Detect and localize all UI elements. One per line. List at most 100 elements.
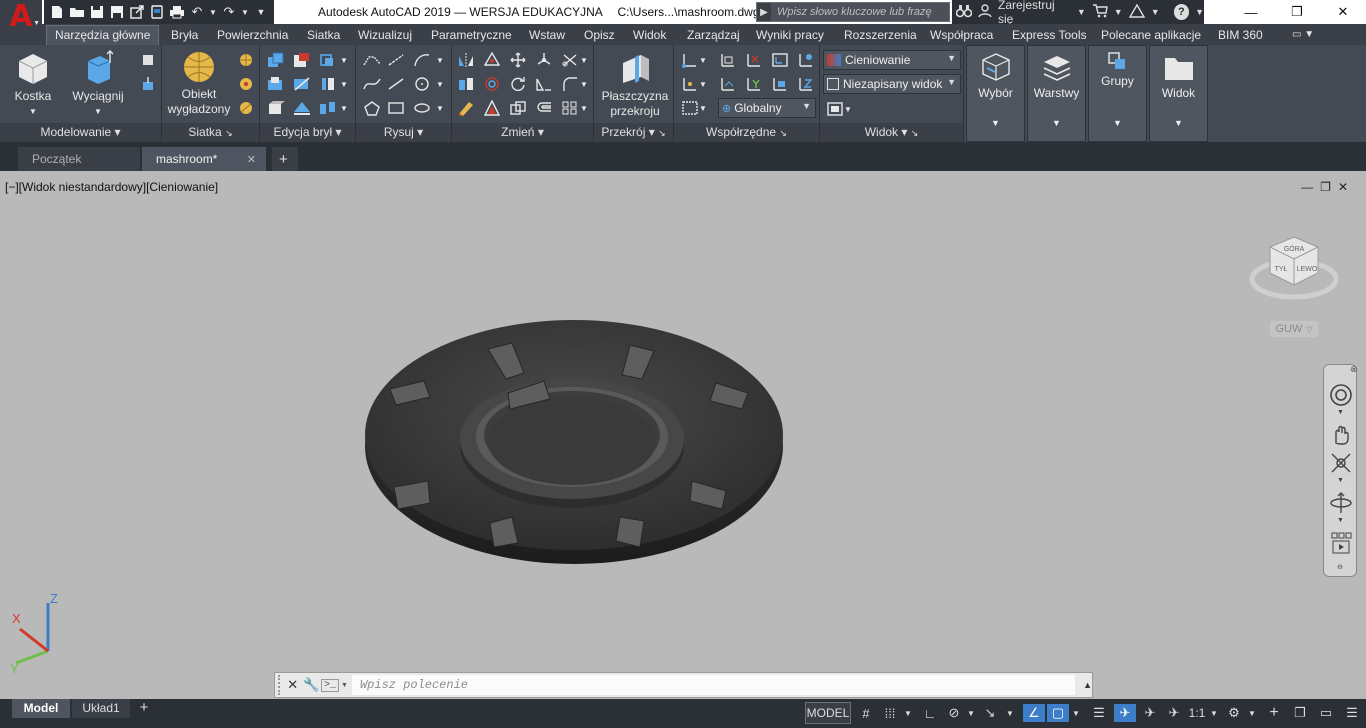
mushroom-3d-model[interactable]	[360, 311, 790, 571]
arc-icon[interactable]	[412, 51, 432, 69]
search-expand-arrow-icon[interactable]: ▶	[757, 3, 771, 21]
chevron-down-icon[interactable]: ▼	[1114, 7, 1123, 17]
tab-widok[interactable]: Widok	[633, 26, 666, 45]
chevron-down-icon[interactable]: ⊖	[1337, 563, 1343, 571]
chevron-down-icon[interactable]: ▼	[698, 51, 708, 69]
cart-icon[interactable]	[1092, 3, 1108, 21]
grid-icon[interactable]: #	[857, 704, 875, 722]
tab-wstaw[interactable]: Wstaw	[529, 26, 565, 45]
chevron-down-icon[interactable]: ▼	[208, 3, 218, 21]
new-layout-button[interactable]: +	[134, 699, 154, 718]
annotation-scale-icon[interactable]: ✈	[1164, 704, 1184, 722]
tab-parametryczne[interactable]: Parametryczne	[431, 26, 512, 45]
ucs-object-icon[interactable]	[796, 51, 816, 69]
ucs-x-icon[interactable]	[744, 51, 764, 69]
smooth-object-button[interactable]: Obiekt wygładzony	[166, 49, 232, 117]
open-folder-icon[interactable]	[68, 3, 86, 21]
wcs-menu[interactable]: GUW ▽	[1270, 321, 1318, 337]
viewport-config-icon[interactable]	[825, 100, 845, 118]
chevron-down-icon[interactable]: ▼	[338, 99, 350, 117]
pan-hand-icon[interactable]	[1329, 423, 1353, 447]
isolate-objects-icon[interactable]: ❐	[1290, 704, 1310, 722]
viewcube-top-face[interactable]: GÓRA	[1284, 244, 1305, 253]
panel-title-rysuj[interactable]: Rysuj ▾	[356, 123, 451, 142]
smooth-less-icon[interactable]	[236, 75, 256, 93]
chevron-down-icon[interactable]: ▼	[1337, 517, 1344, 524]
rotate-icon[interactable]	[508, 75, 528, 93]
extrude-button[interactable]: Wyciągnij ▼	[68, 49, 128, 119]
viewcube[interactable]: GÓRA TYŁ LEWO	[1248, 227, 1340, 307]
steering-wheel-icon[interactable]	[1329, 383, 1353, 407]
command-history-icon[interactable]: ▲	[1083, 680, 1092, 690]
slice-icon[interactable]	[292, 75, 312, 93]
panel-title-edycja-bryl[interactable]: Edycja brył ▾	[260, 123, 355, 142]
chevron-down-icon[interactable]: ▼	[843, 100, 853, 118]
web-mobile-icon[interactable]	[148, 3, 166, 21]
panel-title-wspolrzedne[interactable]: Współrzędne ↘	[674, 123, 819, 142]
copy-icon[interactable]	[508, 99, 528, 117]
circle-icon[interactable]	[412, 75, 432, 93]
ucs-y-icon[interactable]	[744, 75, 764, 93]
autodesk-a360-icon[interactable]	[1128, 3, 1145, 21]
viewcube-right-face[interactable]: LEWO	[1297, 266, 1318, 273]
customize-menu-icon[interactable]: ☰	[1342, 704, 1362, 722]
groups-button[interactable]: Grupy ▼	[1088, 45, 1147, 142]
3d-rotate-icon[interactable]	[482, 75, 502, 93]
tab-polecane-aplikacje[interactable]: Polecane aplikacje	[1101, 26, 1201, 45]
move-icon[interactable]	[508, 51, 528, 69]
tab-wizualizuj[interactable]: Wizualizuj	[358, 26, 412, 45]
chevron-down-icon[interactable]: ▼	[434, 75, 446, 93]
chevron-down-icon[interactable]: ▼	[434, 99, 446, 117]
ucs-icon[interactable]	[680, 51, 700, 69]
object-snap-icon[interactable]: ▢	[1047, 704, 1069, 722]
thicken-icon[interactable]	[318, 75, 338, 93]
align-icon[interactable]	[456, 75, 476, 93]
search-input[interactable]	[771, 5, 941, 19]
wrench-icon[interactable]: 🔧	[301, 677, 321, 693]
new-tab-button[interactable]: +	[272, 147, 298, 171]
save-as-icon[interactable]	[108, 3, 126, 21]
ucs-named-icon[interactable]	[680, 99, 700, 117]
ucs-dropdown[interactable]: ⊕ Globalny ▼	[718, 98, 816, 118]
gizmo-icon[interactable]	[534, 51, 554, 69]
close-icon[interactable]: ✕	[284, 677, 302, 693]
command-prompt-icon[interactable]: >_	[321, 678, 340, 692]
union-icon[interactable]	[266, 51, 286, 69]
panel-title-zmien[interactable]: Zmień ▾	[452, 123, 593, 142]
plot-printer-icon[interactable]	[168, 3, 186, 21]
tab-siatka[interactable]: Siatka	[307, 26, 340, 45]
erase-icon[interactable]	[456, 99, 476, 117]
box-button[interactable]: Kostka ▼	[10, 49, 56, 119]
ucs-origin-icon[interactable]	[680, 75, 700, 93]
close-icon[interactable]: ✕	[1320, 0, 1366, 24]
file-tab-current[interactable]: mashroom* ✕	[142, 147, 266, 171]
ribbon-minimize-icon[interactable]: ▭ ▼	[1292, 26, 1314, 45]
model-space-toggle[interactable]: MODEL	[805, 702, 851, 724]
scale-value[interactable]: 1:1	[1186, 704, 1208, 722]
isodraft-icon[interactable]: ↘	[980, 704, 1000, 722]
panel-title-modelowanie[interactable]: Modelowanie ▾	[0, 123, 161, 142]
trim-icon[interactable]	[560, 51, 580, 69]
separate-icon[interactable]	[318, 99, 338, 117]
section-plane-button[interactable]: Płaszczyzna przekroju	[598, 49, 672, 119]
panel-title-przekroj[interactable]: Przekrój ▾ ↘	[594, 123, 673, 142]
ellipse-icon[interactable]	[412, 99, 432, 117]
offset-icon[interactable]	[534, 99, 554, 117]
undo-icon[interactable]: ↶	[188, 3, 206, 21]
chevron-down-icon[interactable]: ▼	[341, 682, 348, 689]
viewport-restore-icon[interactable]: ❐	[1320, 180, 1331, 194]
chevron-down-icon[interactable]: ▼	[1151, 7, 1160, 17]
tab-bim-360[interactable]: BIM 360	[1218, 26, 1263, 45]
layout-tab-model[interactable]: Model	[12, 699, 70, 718]
rectangle-icon[interactable]	[386, 99, 406, 117]
intersect-icon[interactable]	[318, 51, 338, 69]
restore-icon[interactable]: ❐	[1274, 0, 1320, 24]
tab-narzedzia-glowne[interactable]: Narzędzia główne	[46, 25, 160, 45]
tab-rozszerzenia[interactable]: Rozszerzenia	[844, 26, 917, 45]
ucs-face-icon[interactable]	[770, 75, 790, 93]
redo-icon[interactable]: ↷	[220, 3, 238, 21]
tab-powierzchnia[interactable]: Powierzchnia	[217, 26, 288, 45]
line-icon[interactable]	[386, 51, 406, 69]
scale-icon[interactable]	[482, 99, 502, 117]
panel-title-siatka[interactable]: Siatka ↘	[162, 123, 259, 142]
